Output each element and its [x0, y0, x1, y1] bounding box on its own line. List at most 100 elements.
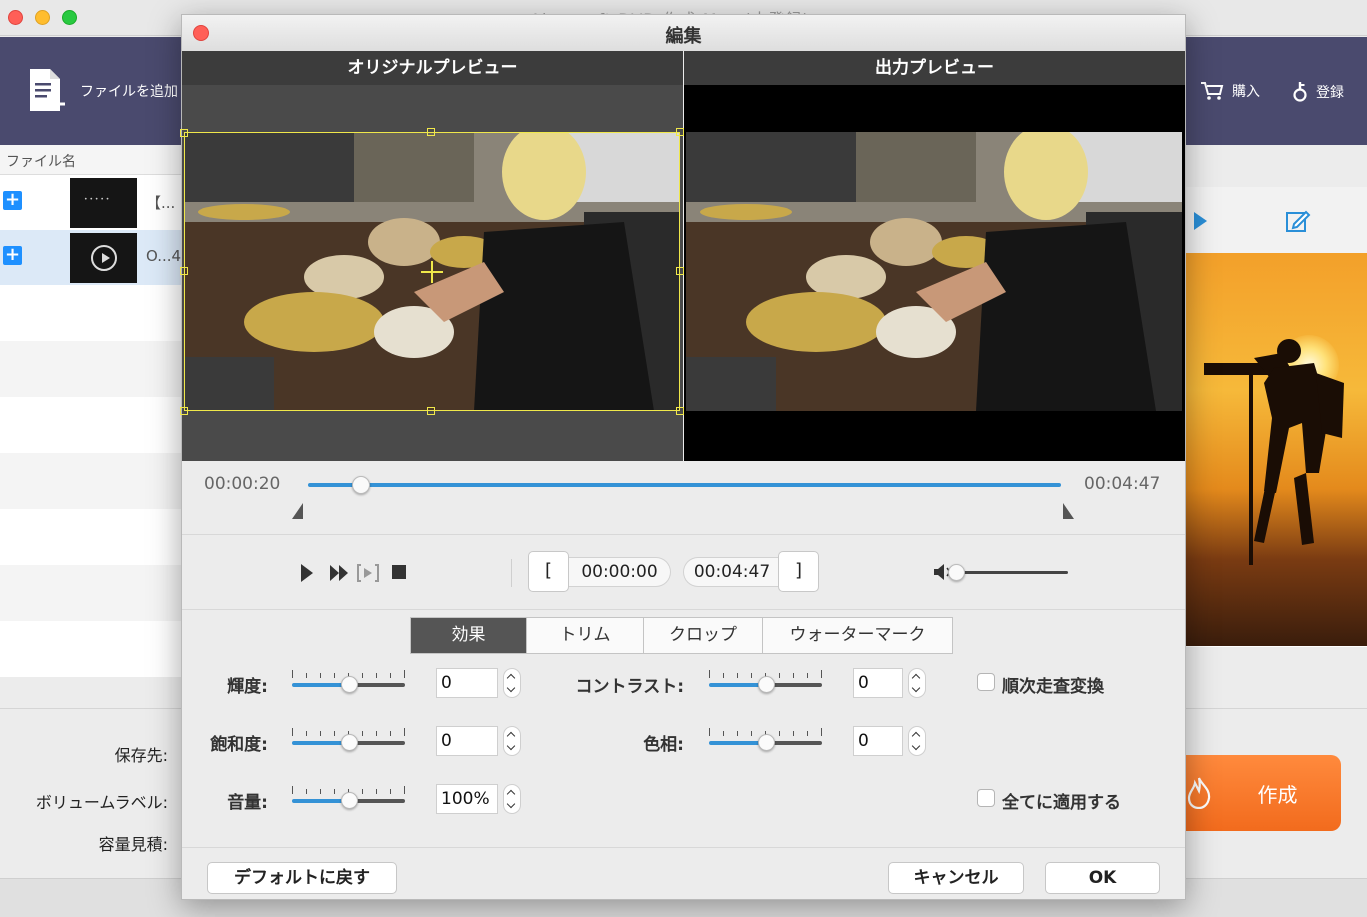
- thumbnail-caption: • • • • •: [84, 196, 110, 203]
- play-icon[interactable]: [300, 563, 314, 583]
- register-button[interactable]: 登録: [1292, 81, 1344, 103]
- trim-end-marker[interactable]: [1063, 503, 1074, 519]
- contrast-slider[interactable]: [709, 670, 822, 693]
- volume-setting-stepper[interactable]: [503, 784, 521, 814]
- set-start-button[interactable]: [: [528, 551, 569, 592]
- set-end-button[interactable]: ]: [778, 551, 819, 592]
- deinterlace-label: 順次走査変換: [1002, 677, 1104, 697]
- list-item: [0, 565, 182, 621]
- tab-trim[interactable]: トリム: [527, 618, 644, 653]
- cart-icon: [1201, 82, 1224, 100]
- reset-default-button[interactable]: デフォルトに戻す: [207, 862, 397, 894]
- crop-handle-top-left[interactable]: [180, 129, 188, 137]
- stop-icon[interactable]: [391, 564, 407, 580]
- drummer-video-frame: [686, 132, 1182, 411]
- create-button[interactable]: 作成: [1184, 755, 1341, 831]
- volume-setting-label: 音量:: [227, 793, 268, 813]
- file-row-selected[interactable]: + O...4: [0, 230, 182, 285]
- saturation-input[interactable]: 0: [436, 726, 498, 756]
- zoom-window-button[interactable]: [62, 10, 77, 25]
- fast-forward-icon[interactable]: [329, 563, 349, 583]
- list-item: [0, 285, 182, 341]
- slider-knob[interactable]: [341, 734, 358, 751]
- brightness-slider[interactable]: [292, 670, 405, 693]
- deinterlace-checkbox[interactable]: [977, 673, 995, 691]
- close-window-button[interactable]: [8, 10, 23, 25]
- crop-handle-bottom-right[interactable]: [676, 407, 684, 415]
- edit-icon[interactable]: [1284, 207, 1312, 235]
- crop-handle-left[interactable]: [180, 267, 188, 275]
- video-thumbnail[interactable]: [70, 233, 137, 283]
- list-item: [0, 621, 182, 677]
- file-name-column-header: ファイル名: [6, 154, 76, 170]
- dialog-footer: デフォルトに戻す キャンセル OK: [182, 847, 1185, 899]
- volume-slider-knob[interactable]: [948, 564, 965, 581]
- saturation-slider[interactable]: [292, 728, 405, 751]
- saturation-stepper[interactable]: [503, 726, 521, 756]
- clip-segment-icon[interactable]: [356, 563, 380, 583]
- hue-slider[interactable]: [709, 728, 822, 751]
- add-file-button[interactable]: ファイルを追加: [26, 67, 178, 115]
- slider-knob[interactable]: [341, 792, 358, 809]
- slider-knob[interactable]: [758, 734, 775, 751]
- register-label: 登録: [1316, 85, 1344, 101]
- edit-dialog: 編集 オリジナルプレビュー 出力プレビュー 00:00:20 00:04:47 …: [180, 14, 1186, 900]
- timeline: 00:00:20 00:04:47: [182, 461, 1185, 535]
- key-icon: [1293, 82, 1307, 102]
- expand-plus-icon[interactable]: +: [3, 246, 22, 265]
- play-icon[interactable]: [1192, 211, 1208, 231]
- crop-handle-top-right[interactable]: [676, 128, 684, 136]
- volume-label: ボリュームラベル:: [35, 793, 168, 812]
- brightness-input[interactable]: 0: [436, 668, 498, 698]
- saturation-label: 飽和度:: [210, 735, 268, 755]
- crop-handle-bottom-left[interactable]: [180, 407, 188, 415]
- play-icon[interactable]: [91, 245, 117, 271]
- buy-label: 購入: [1232, 84, 1260, 100]
- tab-effect[interactable]: 効果: [411, 618, 527, 653]
- timeline-playhead[interactable]: [351, 476, 370, 494]
- photographer-silhouette: [1204, 339, 1344, 565]
- current-time: 00:00:20: [204, 474, 281, 494]
- slider-knob[interactable]: [341, 676, 358, 693]
- apply-all-label: 全てに適用する: [1002, 793, 1121, 813]
- slider-knob[interactable]: [758, 676, 775, 693]
- tab-crop[interactable]: クロップ: [644, 618, 763, 653]
- hue-label: 色相:: [643, 735, 684, 755]
- expand-plus-icon[interactable]: +: [3, 191, 22, 210]
- trim-start-marker[interactable]: [292, 503, 303, 519]
- cancel-button[interactable]: キャンセル: [888, 862, 1024, 894]
- crop-handle-right[interactable]: [676, 267, 684, 275]
- crop-handle-top[interactable]: [427, 128, 435, 136]
- output-preview-header: 出力プレビュー: [684, 51, 1185, 85]
- apply-all-checkbox[interactable]: [977, 789, 995, 807]
- minimize-window-button[interactable]: [35, 10, 50, 25]
- hue-stepper[interactable]: [908, 726, 926, 756]
- brightness-stepper[interactable]: [503, 668, 521, 698]
- volume-setting-input[interactable]: 100%: [436, 784, 498, 814]
- ok-button[interactable]: OK: [1045, 862, 1160, 894]
- end-time-field[interactable]: 00:04:47: [683, 557, 780, 587]
- contrast-label: コントラスト:: [575, 677, 684, 697]
- start-time-field[interactable]: 00:00:00: [569, 557, 671, 587]
- volume-slider-track[interactable]: [957, 571, 1068, 574]
- contrast-stepper[interactable]: [908, 668, 926, 698]
- buy-button[interactable]: 購入: [1200, 81, 1260, 101]
- file-row[interactable]: + • • • • • 【...: [0, 175, 182, 230]
- file-name: 【...: [146, 194, 176, 212]
- add-file-label: ファイルを追加: [80, 84, 178, 100]
- file-list-header: ファイル名: [0, 145, 182, 175]
- dialog-title: 編集: [665, 26, 702, 47]
- contrast-input[interactable]: 0: [853, 668, 903, 698]
- flame-icon: [1187, 777, 1211, 809]
- add-file-icon: [30, 69, 65, 111]
- timeline-track[interactable]: [308, 483, 1061, 487]
- save-to-label: 保存先:: [114, 746, 168, 765]
- tab-watermark[interactable]: ウォーターマーク: [763, 618, 952, 653]
- volume-setting-slider[interactable]: [292, 786, 405, 809]
- crop-handle-bottom[interactable]: [427, 407, 435, 415]
- original-preview-header: オリジナルプレビュー: [182, 51, 683, 85]
- hue-input[interactable]: 0: [853, 726, 903, 756]
- file-name: O...4: [146, 247, 182, 265]
- list-item: [0, 509, 182, 565]
- edit-tabs: 効果 トリム クロップ ウォーターマーク: [410, 617, 953, 654]
